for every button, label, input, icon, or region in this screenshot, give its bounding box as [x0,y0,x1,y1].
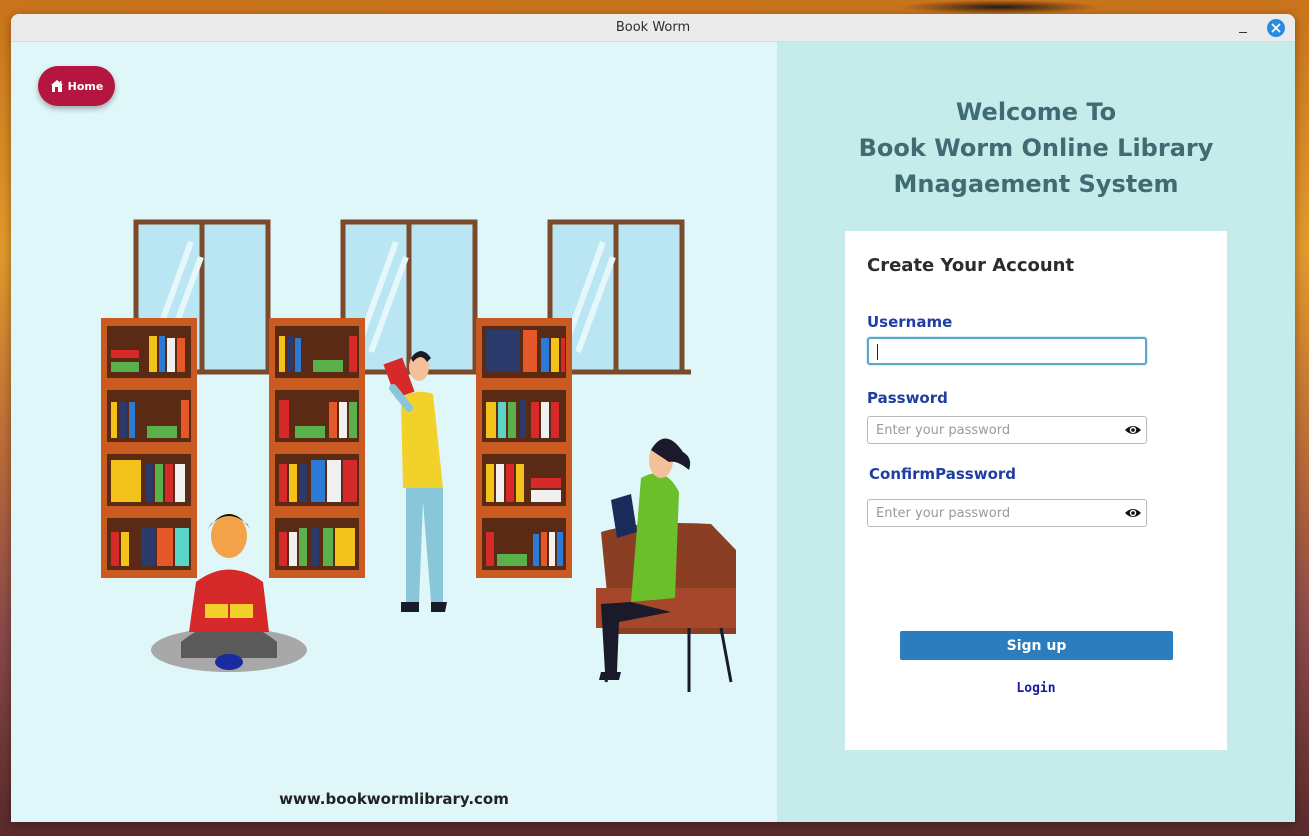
welcome-heading: Welcome To Book Worm Online Library Mnag… [777,94,1295,202]
confirm-password-field[interactable] [867,499,1147,527]
desktop-wallpaper [900,0,1100,14]
home-button-label: Home [67,79,104,93]
card-title: Create Your Account [867,255,1075,276]
eye-icon[interactable] [1124,422,1142,438]
password-input[interactable] [868,417,1146,443]
close-icon [1271,23,1281,33]
confirm-password-input[interactable] [868,500,1146,526]
illustration-pane: Home www.bookwormlibrary.com [11,42,777,822]
signup-pane: Welcome To Book Worm Online Library Mnag… [777,42,1295,822]
welcome-line-1: Welcome To [955,98,1117,126]
confirm-password-label: ConfirmPassword [869,465,1017,483]
welcome-line-2: Book Worm Online Library [858,134,1214,162]
library-illustration [101,219,736,692]
password-label: Password [867,389,948,407]
bookshelves [101,318,572,578]
home-button[interactable]: Home [38,66,115,106]
window-frames [133,219,691,375]
text-caret [877,344,878,360]
login-link[interactable]: Login [845,681,1227,696]
close-button[interactable] [1267,19,1285,37]
welcome-line-3: Mnagaement System [893,170,1179,198]
woman-reader-figure [596,438,736,692]
minimize-button[interactable] [1235,20,1251,36]
standing-reader-figure [383,351,447,612]
minimize-icon [1239,31,1247,33]
title-bar: Book Worm [11,14,1295,42]
username-field[interactable] [867,337,1147,365]
username-label: Username [867,313,953,331]
eye-icon[interactable] [1124,505,1142,521]
home-icon [50,80,63,92]
username-input[interactable] [869,339,1145,363]
main-content: Home www.bookwormlibrary.com Welcome To … [11,42,1295,822]
window-title: Book Worm [615,20,691,35]
app-window: Book Worm Home www.bookwormlibrary.com W… [11,14,1295,822]
signup-card: Create Your Account Username Password Co… [845,231,1227,750]
site-url: www.bookwormlibrary.com [279,790,509,808]
sign-up-button[interactable]: Sign up [900,631,1173,660]
password-field[interactable] [867,416,1147,444]
